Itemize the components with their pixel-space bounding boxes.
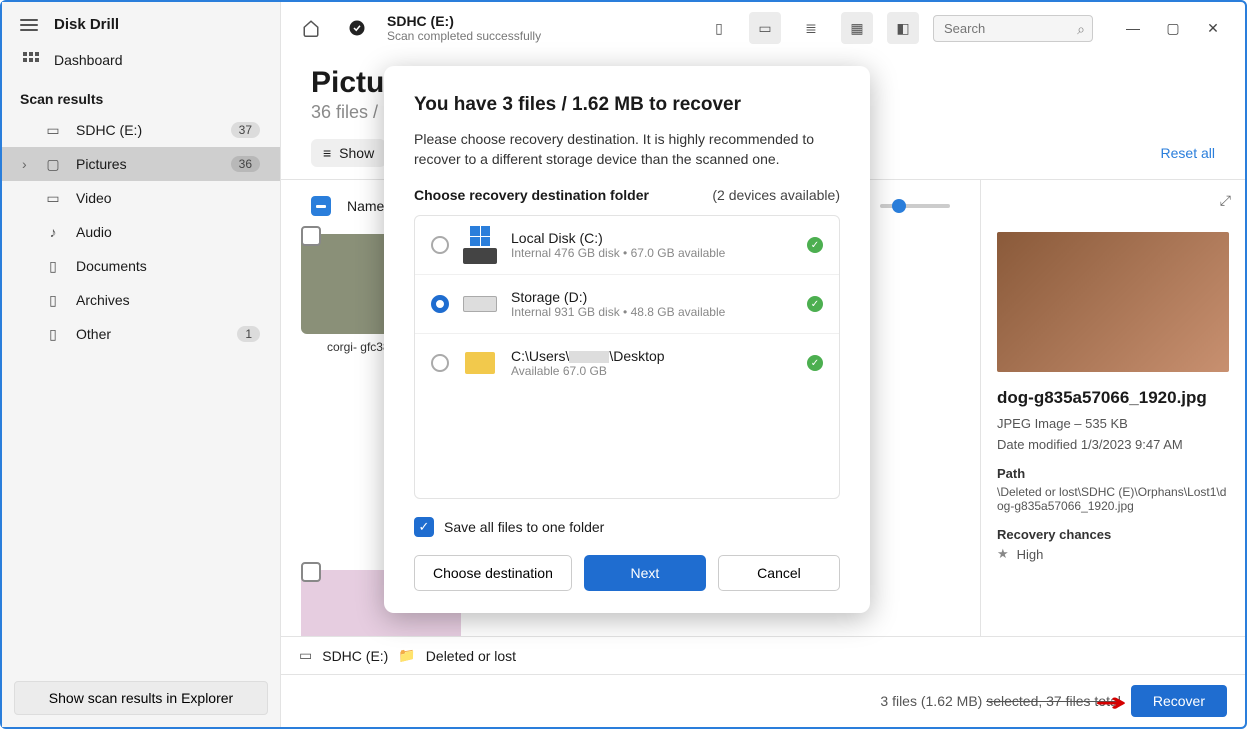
redacted-username (569, 351, 609, 363)
recovery-destination-modal: You have 3 files / 1.62 MB to recover Pl… (384, 66, 870, 613)
radio-icon[interactable] (431, 236, 449, 254)
destination-local-disk-c[interactable]: Local Disk (C:) Internal 476 GB disk • 6… (415, 216, 839, 274)
destination-meta: Internal 931 GB disk • 48.8 GB available (511, 305, 793, 319)
radio-icon[interactable] (431, 295, 449, 313)
destination-meta: Internal 476 GB disk • 67.0 GB available (511, 246, 793, 260)
destination-name: Local Disk (C:) (511, 230, 793, 246)
next-button[interactable]: Next (584, 555, 706, 591)
destination-list: Local Disk (C:) Internal 476 GB disk • 6… (414, 215, 840, 499)
check-ok-icon: ✓ (807, 296, 823, 312)
destination-name: Storage (D:) (511, 289, 793, 305)
cancel-button[interactable]: Cancel (718, 555, 840, 591)
destination-storage-d[interactable]: Storage (D:) Internal 931 GB disk • 48.8… (415, 274, 839, 333)
modal-subheading: Choose recovery destination folder (2 de… (414, 187, 840, 203)
radio-icon[interactable] (431, 354, 449, 372)
modal-description: Please choose recovery destination. It i… (414, 130, 840, 169)
check-ok-icon: ✓ (807, 355, 823, 371)
checkbox-checked-icon[interactable]: ✓ (414, 517, 434, 537)
destination-desktop-folder[interactable]: C:\Users\\Desktop Available 67.0 GB ✓ (415, 333, 839, 392)
folder-icon (463, 351, 497, 375)
drive-icon (463, 292, 497, 316)
windows-disk-icon (463, 233, 497, 257)
device-count: (2 devices available) (712, 187, 840, 203)
destination-info: C:\Users\\Desktop Available 67.0 GB (511, 348, 793, 378)
check-ok-icon: ✓ (807, 237, 823, 253)
destination-info: Local Disk (C:) Internal 476 GB disk • 6… (511, 230, 793, 260)
save-all-label: Save all files to one folder (444, 519, 604, 535)
choose-destination-button[interactable]: Choose destination (414, 555, 572, 591)
destination-info: Storage (D:) Internal 931 GB disk • 48.8… (511, 289, 793, 319)
modal-buttons: Choose destination Next Cancel (414, 555, 840, 591)
save-all-checkbox-row[interactable]: ✓ Save all files to one folder (414, 517, 840, 537)
destination-meta: Available 67.0 GB (511, 364, 793, 378)
modal-title: You have 3 files / 1.62 MB to recover (414, 94, 840, 116)
destination-name: C:\Users\\Desktop (511, 348, 793, 364)
